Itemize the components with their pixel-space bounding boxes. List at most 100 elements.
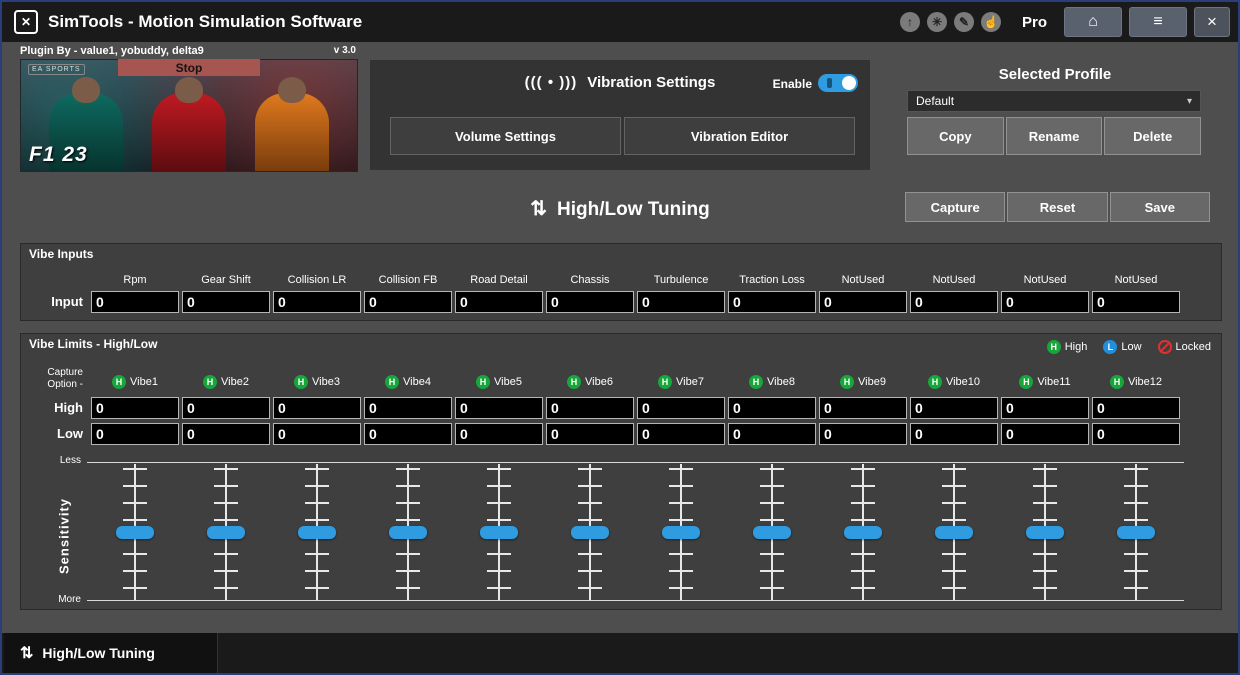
slider-handle[interactable] — [1026, 526, 1064, 539]
vibe-input-field[interactable] — [728, 291, 816, 313]
vibe-input-field[interactable] — [1001, 291, 1089, 313]
sensitivity-slider[interactable] — [364, 464, 452, 600]
sensitivity-slider[interactable] — [910, 464, 998, 600]
high-limit-field[interactable] — [546, 397, 634, 419]
high-limit-field[interactable] — [364, 397, 452, 419]
high-limit-field[interactable] — [910, 397, 998, 419]
vibe-input-field[interactable] — [273, 291, 361, 313]
rename-button[interactable]: Rename — [1005, 117, 1103, 155]
high-limit-field[interactable] — [819, 397, 907, 419]
high-limit-field[interactable] — [182, 397, 270, 419]
low-limit-field[interactable] — [364, 423, 452, 445]
edit-icon[interactable]: ✎ — [953, 12, 974, 32]
low-limit-field[interactable] — [910, 423, 998, 445]
sensitivity-slider[interactable] — [1092, 464, 1180, 600]
sensitivity-slider[interactable] — [273, 464, 361, 600]
sensitivity-slider[interactable] — [91, 464, 179, 600]
high-limit-field[interactable] — [91, 397, 179, 419]
capture-button[interactable]: Capture — [905, 192, 1006, 222]
low-limit-field[interactable] — [819, 423, 907, 445]
slider-handle[interactable] — [571, 526, 609, 539]
vibe-input-field[interactable] — [364, 291, 452, 313]
low-limit-field[interactable] — [455, 423, 543, 445]
menu-button[interactable]: ≡ — [1129, 7, 1187, 37]
reset-button[interactable]: Reset — [1007, 192, 1108, 222]
capture-option-icon[interactable]: H — [476, 375, 491, 389]
vibe-input-field[interactable] — [546, 291, 634, 313]
high-limit-field[interactable] — [455, 397, 543, 419]
home-button[interactable]: ⌂ — [1064, 7, 1122, 37]
sensitivity-slider[interactable] — [455, 464, 543, 600]
vibe-input-field[interactable] — [819, 291, 907, 313]
slider-handle[interactable] — [389, 526, 427, 539]
capture-option-icon[interactable]: H — [658, 375, 673, 389]
vibe-input-field[interactable] — [637, 291, 725, 313]
capture-option-icon[interactable]: H — [1109, 375, 1124, 389]
vibe-channel-header: H Vibe12 — [1092, 375, 1180, 389]
low-limit-field[interactable] — [728, 423, 816, 445]
vibe-input-column-label: Turbulence — [653, 274, 709, 286]
low-icon: L — [1103, 340, 1118, 354]
low-limit-field[interactable] — [1001, 423, 1089, 445]
capture-option-icon[interactable]: H — [1019, 375, 1034, 389]
vibe-input-field[interactable] — [182, 291, 270, 313]
vibe-input-column-label: Traction Loss — [739, 274, 805, 286]
high-limit-field[interactable] — [273, 397, 361, 419]
capture-option-icon[interactable]: H — [294, 375, 309, 389]
capture-option-icon[interactable]: H — [749, 375, 764, 389]
slider-handle[interactable] — [662, 526, 700, 539]
low-limit-field[interactable] — [546, 423, 634, 445]
vibe-input-field[interactable] — [91, 291, 179, 313]
low-limit-field[interactable] — [91, 423, 179, 445]
sensitivity-slider[interactable] — [182, 464, 270, 600]
vibe-channel-header: H Vibe10 — [910, 375, 998, 389]
capture-option-icon[interactable]: H — [203, 375, 218, 389]
slider-top-line — [87, 462, 1184, 463]
slider-handle[interactable] — [935, 526, 973, 539]
copy-button[interactable]: Copy — [907, 117, 1004, 155]
low-limit-field[interactable] — [182, 423, 270, 445]
vibe-input-field[interactable] — [1092, 291, 1180, 313]
capture-option-icon[interactable]: H — [385, 375, 400, 389]
capture-option-icon[interactable]: H — [840, 375, 855, 389]
update-icon[interactable]: ↑ — [899, 12, 920, 32]
capture-option-icon[interactable]: H — [112, 375, 127, 389]
high-limit-field[interactable] — [637, 397, 725, 419]
profile-select[interactable]: Default ▾ — [907, 90, 1201, 112]
slider-handle[interactable] — [844, 526, 882, 539]
capture-option-icon[interactable]: H — [567, 375, 582, 389]
slider-handle[interactable] — [480, 526, 518, 539]
high-limit-field[interactable] — [728, 397, 816, 419]
high-limit-field[interactable] — [1001, 397, 1089, 419]
sensitivity-slider[interactable] — [637, 464, 725, 600]
support-icon[interactable]: ☝ — [980, 12, 1001, 32]
sensitivity-slider[interactable] — [1001, 464, 1089, 600]
low-limit-field[interactable] — [273, 423, 361, 445]
profile-buttons: Copy Rename Delete — [907, 117, 1202, 155]
slider-handle[interactable] — [116, 526, 154, 539]
enable-toggle[interactable] — [818, 74, 858, 92]
vibe-input-field[interactable] — [910, 291, 998, 313]
vibe-input-column-label: Gear Shift — [201, 274, 251, 286]
slider-handle[interactable] — [207, 526, 245, 539]
slider-handle[interactable] — [298, 526, 336, 539]
vibration-editor-button[interactable]: Vibration Editor — [624, 117, 855, 155]
sensitivity-slider[interactable] — [546, 464, 634, 600]
capture-option-icon[interactable]: H — [927, 375, 942, 389]
high-limit-field[interactable] — [1092, 397, 1180, 419]
close-button[interactable]: × — [1194, 7, 1230, 37]
slider-handle[interactable] — [1117, 526, 1155, 539]
volume-settings-button[interactable]: Volume Settings — [390, 117, 621, 155]
low-limit-field[interactable] — [1092, 423, 1180, 445]
settings-icon[interactable]: ✳ — [926, 12, 947, 32]
vibe-input-field[interactable] — [455, 291, 543, 313]
vibe-input-column-label: Collision FB — [378, 274, 438, 286]
tab-high-low-tuning[interactable]: ⇅ High/Low Tuning — [4, 633, 218, 673]
slider-handle[interactable] — [753, 526, 791, 539]
stop-button[interactable]: Stop — [118, 59, 260, 76]
low-limit-field[interactable] — [637, 423, 725, 445]
save-button[interactable]: Save — [1109, 192, 1210, 222]
sensitivity-slider[interactable] — [819, 464, 907, 600]
sensitivity-slider[interactable] — [728, 464, 816, 600]
delete-button[interactable]: Delete — [1104, 117, 1202, 155]
